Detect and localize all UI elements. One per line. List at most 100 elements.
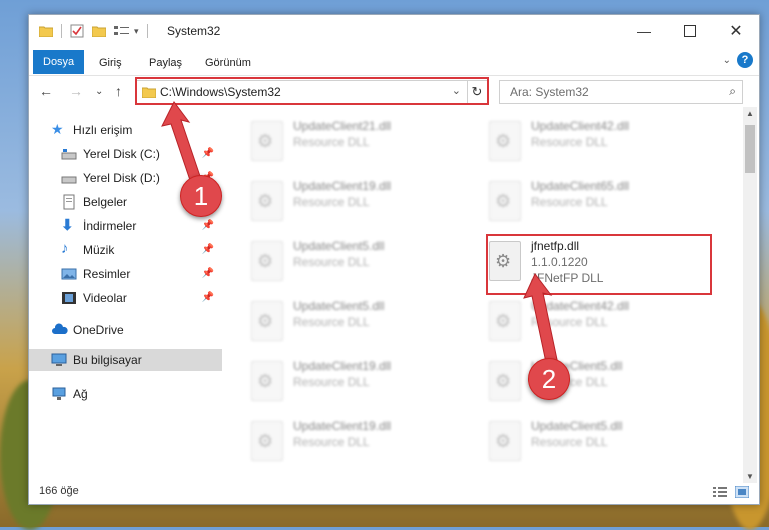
file-name: UpdateClient21.dll: [293, 119, 392, 133]
file-name: UpdateClient19.dll: [293, 419, 392, 433]
file-description: Resource DLL: [293, 135, 370, 149]
file-name: UpdateClient5.dll: [293, 239, 385, 253]
file-name: UpdateClient65.dll: [531, 179, 630, 193]
minimize-button[interactable]: —: [621, 15, 667, 47]
star-icon: ★: [51, 121, 64, 137]
expand-ribbon-icon[interactable]: ⌄: [723, 55, 731, 66]
sidebar-item-label: İndirmeler: [83, 219, 137, 233]
gear-icon: ⚙: [257, 371, 274, 391]
list-item[interactable]: ⚙ UpdateClient5.dll Resource DLL: [233, 233, 458, 285]
pin-icon[interactable]: 📌: [202, 292, 214, 303]
close-button[interactable]: ✕: [713, 15, 759, 47]
list-item[interactable]: ⚙ UpdateClient5.dll Resource DLL: [471, 413, 696, 465]
pictures-icon: [61, 266, 77, 282]
sidebar-item-label: Müzik: [83, 243, 115, 257]
title-bar: ▾ System32 — ✕: [29, 15, 759, 47]
up-arrow-icon[interactable]: ↑: [115, 83, 122, 99]
list-item[interactable]: ⚙ UpdateClient19.dll Resource DLL: [233, 413, 458, 465]
file-description: Resource DLL: [531, 135, 608, 149]
sidebar-item-music[interactable]: ♪ Müzik 📌: [29, 239, 222, 261]
search-icon[interactable]: ⌕: [729, 84, 736, 99]
gear-icon: ⚙: [257, 191, 274, 211]
scroll-thumb[interactable]: [745, 125, 755, 173]
status-bar: 166 öğe: [29, 480, 759, 504]
quick-access-toolbar: ▾: [39, 23, 156, 39]
tab-giris[interactable]: Giriş: [89, 52, 132, 74]
vertical-scrollbar[interactable]: ▲ ▼: [743, 107, 757, 483]
file-highlight-box: [486, 234, 712, 295]
list-item[interactable]: ⚙ UpdateClient19.dll Resource DLL: [233, 173, 458, 225]
sidebar-item-label: Hızlı erişim: [73, 123, 133, 137]
divider: [61, 24, 62, 38]
sidebar-item-downloads[interactable]: ⬇ İndirmeler 📌: [29, 215, 222, 237]
scroll-up-icon[interactable]: ▲: [746, 109, 754, 118]
tab-paylas[interactable]: Paylaş: [139, 52, 192, 74]
help-icon[interactable]: ?: [737, 52, 753, 68]
drive-icon: [61, 170, 77, 186]
file-description: Resource DLL: [293, 435, 370, 449]
sidebar-item-label: Videolar: [83, 291, 127, 305]
file-description: Resource DLL: [531, 195, 608, 209]
sidebar-item-label: Yerel Disk (C:): [83, 147, 160, 161]
item-count: 166 öğe: [39, 485, 79, 497]
network-icon: [51, 386, 67, 402]
details-view-icon[interactable]: [713, 486, 727, 498]
music-icon: ♪: [61, 240, 69, 257]
gear-icon: ⚙: [495, 191, 512, 211]
recent-locations-icon[interactable]: ⌄: [95, 86, 103, 97]
gear-icon: ⚙: [257, 131, 274, 151]
computer-icon: [51, 352, 67, 368]
maximize-icon: [684, 25, 696, 37]
list-item[interactable]: ⚙ UpdateClient42.dll Resource DLL: [471, 293, 696, 345]
gear-icon: ⚙: [257, 251, 274, 271]
file-description: Resource DLL: [293, 315, 370, 329]
sidebar-item-this-pc[interactable]: Bu bilgisayar: [29, 349, 222, 371]
sidebar-item-videos[interactable]: Videolar 📌: [29, 287, 222, 309]
list-item[interactable]: ⚙ UpdateClient42.dll Resource DLL: [471, 113, 696, 165]
tab-gorunum[interactable]: Görünüm: [195, 52, 261, 74]
gear-icon: ⚙: [495, 371, 512, 391]
search-input[interactable]: Ara: System32 ⌕: [499, 80, 743, 104]
sidebar-item-network[interactable]: Ağ: [29, 383, 222, 405]
file-description: Resource DLL: [293, 255, 370, 269]
file-description: Resource DLL: [293, 375, 370, 389]
file-name: UpdateClient5.dll: [293, 299, 385, 313]
divider: [146, 24, 148, 38]
large-icons-view-icon[interactable]: [735, 486, 749, 498]
minimize-icon: —: [637, 23, 651, 39]
pin-icon[interactable]: 📌: [202, 268, 214, 279]
forward-arrow-icon[interactable]: →: [69, 83, 83, 99]
list-item[interactable]: ⚙ UpdateClient5.dll Resource DLL: [471, 353, 696, 405]
new-folder-icon[interactable]: [92, 25, 106, 37]
file-name: UpdateClient19.dll: [293, 359, 392, 373]
documents-icon: [61, 194, 77, 210]
customize-dropdown-icon[interactable]: ▾: [134, 26, 139, 37]
pin-icon[interactable]: 📌: [202, 220, 214, 231]
gear-icon: ⚙: [257, 311, 274, 331]
view-options-icon[interactable]: [114, 25, 130, 37]
list-item[interactable]: ⚙ UpdateClient19.dll Resource DLL: [233, 353, 458, 405]
sidebar-item-label: Bu bilgisayar: [73, 353, 142, 367]
list-item[interactable]: ⚙ UpdateClient21.dll Resource DLL: [233, 113, 458, 165]
maximize-button[interactable]: [667, 15, 713, 47]
file-name: UpdateClient5.dll: [531, 419, 623, 433]
back-arrow-icon[interactable]: ←: [39, 83, 53, 99]
gear-icon: ⚙: [495, 431, 512, 451]
cloud-icon: [51, 322, 68, 338]
sidebar-item-onedrive[interactable]: OneDrive: [29, 319, 222, 341]
file-name: UpdateClient19.dll: [293, 179, 392, 193]
file-description: Resource DLL: [293, 195, 370, 209]
window-title: System32: [167, 24, 221, 38]
video-icon: [61, 290, 77, 306]
gear-icon: ⚙: [257, 431, 274, 451]
step-2-badge: 2: [528, 358, 570, 400]
properties-icon[interactable]: [70, 24, 84, 38]
tab-dosya[interactable]: Dosya: [33, 50, 85, 74]
list-item[interactable]: ⚙ UpdateClient5.dll Resource DLL: [233, 293, 458, 345]
close-icon: ✕: [729, 23, 743, 40]
sidebar-item-pictures[interactable]: Resimler 📌: [29, 263, 222, 285]
list-item[interactable]: ⚙ UpdateClient65.dll Resource DLL: [471, 173, 696, 225]
gear-icon: ⚙: [495, 131, 512, 151]
pin-icon[interactable]: 📌: [202, 244, 214, 255]
sidebar-item-label: Yerel Disk (D:): [83, 171, 160, 185]
